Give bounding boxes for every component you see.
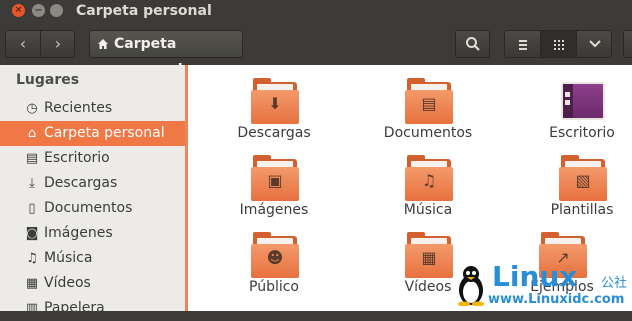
- folder-item[interactable]: ▤ Documentos: [358, 70, 498, 142]
- window-title: Carpeta personal: [76, 3, 212, 19]
- window-close-button[interactable]: ×: [12, 4, 25, 17]
- clock-icon: ◷: [26, 101, 38, 116]
- folder-item[interactable]: ▧ Plantillas: [512, 147, 632, 219]
- sidebar-item-label: Papelera: [44, 300, 105, 316]
- sidebar-item-label: Vídeos: [44, 275, 91, 291]
- search-button[interactable]: [455, 30, 490, 58]
- list-view-button[interactable]: [505, 31, 540, 57]
- sidebar: Lugares ◷ Recientes ⌂ Carpeta personal ▤…: [0, 65, 188, 316]
- sidebar-item-videos[interactable]: ▦ Vídeos: [0, 271, 186, 296]
- folder-item[interactable]: ⬇ Descargas: [204, 70, 344, 142]
- chevron-down-icon: [588, 40, 601, 48]
- download-icon: ⤓: [29, 176, 35, 191]
- folder-item[interactable]: ♫ Música: [358, 147, 498, 219]
- music-icon: ♫: [26, 251, 38, 266]
- sidebar-item-imagenes[interactable]: ◙ Imágenes: [0, 221, 186, 246]
- sidebar-item-label: Música: [44, 250, 93, 266]
- toolbar: ‹ › Carpeta personal: [0, 22, 632, 78]
- navigation-buttons: ‹ ›: [5, 30, 75, 58]
- folder-name: Música: [403, 202, 453, 218]
- view-options-button[interactable]: [577, 31, 612, 57]
- folder-name: Descargas: [237, 125, 311, 141]
- breadcrumb-home-button[interactable]: Carpeta personal: [89, 30, 243, 78]
- sidebar-item-recientes[interactable]: ◷ Recientes: [0, 96, 186, 121]
- chevron-right-icon: ›: [54, 34, 62, 53]
- home-icon: ⌂: [27, 126, 37, 141]
- penguin-logo: [458, 266, 484, 306]
- folder-documents-icon: ▤: [405, 78, 453, 124]
- chevron-left-icon: ‹: [19, 34, 27, 53]
- sidebar-item-label: Recientes: [44, 100, 113, 116]
- folder-item[interactable]: ☻ Público: [204, 224, 344, 296]
- title-bar: × − Carpeta personal: [0, 0, 632, 22]
- desktop-folder-icon: [559, 78, 607, 124]
- watermark-url: www.Linuxidc.com: [488, 292, 625, 307]
- close-icon: ×: [14, 5, 23, 15]
- watermark-brand-suffix: 公社: [601, 276, 628, 291]
- sidebar-item-escritorio[interactable]: ▤ Escritorio: [0, 146, 186, 171]
- forward-button[interactable]: ›: [41, 31, 75, 57]
- folder-videos-icon: ▦: [405, 232, 453, 278]
- camera-icon: ◙: [25, 226, 39, 241]
- sidebar-item-papelera[interactable]: ▥ Papelera: [0, 296, 186, 321]
- window-maximize-button[interactable]: [50, 4, 63, 17]
- sidebar-item-carpeta-personal[interactable]: ⌂ Carpeta personal: [0, 121, 186, 146]
- list-icon: [518, 40, 527, 50]
- sidebar-item-label: Documentos: [44, 200, 133, 216]
- home-icon: [97, 31, 109, 66]
- folder-item[interactable]: ▣ Imágenes: [204, 147, 344, 219]
- folder-item[interactable]: Escritorio: [512, 70, 632, 142]
- folder-name: Escritorio: [549, 125, 615, 141]
- sidebar-item-descargas[interactable]: ⤓ Descargas: [0, 171, 186, 196]
- folder-pictures-icon: ▣: [251, 155, 299, 201]
- search-icon: [465, 37, 480, 51]
- sidebar-item-label: Descargas: [44, 175, 118, 191]
- sidebar-item-musica[interactable]: ♫ Música: [0, 246, 186, 271]
- folder-name: Plantillas: [550, 202, 614, 218]
- back-button[interactable]: ‹: [6, 31, 40, 57]
- folder-download-icon: ⬇: [251, 78, 299, 124]
- folder-music-icon: ♫: [405, 155, 453, 201]
- minimize-icon: −: [34, 5, 43, 16]
- desktop-icon: ▤: [25, 151, 39, 166]
- view-mode-buttons: [504, 30, 612, 58]
- sidebar-item-label: Carpeta personal: [44, 125, 165, 141]
- film-icon: ▦: [25, 276, 39, 291]
- folder-name: Documentos: [383, 125, 473, 141]
- grid-icon: [553, 40, 564, 50]
- sidebar-heading: Lugares: [16, 72, 80, 88]
- sidebar-item-label: Imágenes: [44, 225, 113, 241]
- folder-templates-icon: ▧: [559, 155, 607, 201]
- trash-icon: ▥: [25, 301, 39, 316]
- folder-name: Público: [249, 279, 299, 295]
- watermark-brand: Linux: [492, 260, 578, 293]
- window-minimize-button[interactable]: −: [32, 4, 45, 17]
- grid-view-button[interactable]: [541, 31, 576, 57]
- sidebar-item-label: Escritorio: [44, 150, 110, 166]
- menu-button[interactable]: [623, 30, 632, 58]
- folder-public-icon: ☻: [251, 232, 299, 278]
- document-icon: ▯: [28, 201, 36, 216]
- folder-name: Imágenes: [239, 202, 309, 218]
- sidebar-item-documentos[interactable]: ▯ Documentos: [0, 196, 186, 221]
